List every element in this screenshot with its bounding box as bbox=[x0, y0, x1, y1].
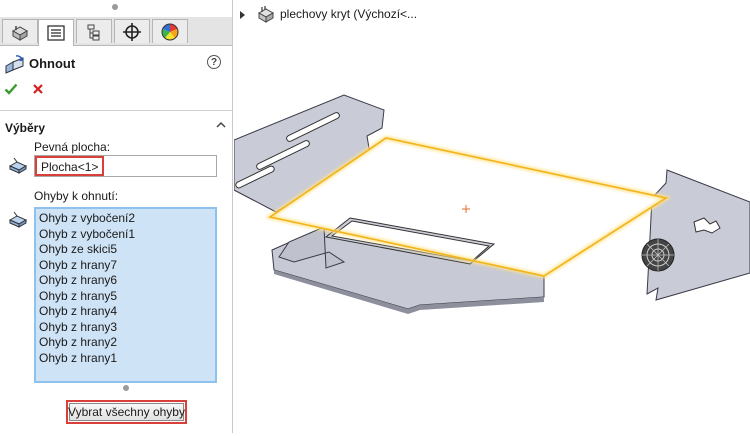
bends-list[interactable]: Ohyb z vybočení2 Ohyb z vybočení1 Ohyb ze … bbox=[34, 207, 217, 383]
list-resize-grip[interactable] bbox=[123, 385, 129, 391]
right-flange bbox=[646, 169, 750, 301]
color-wheel-icon bbox=[160, 22, 180, 42]
bend-list-item[interactable]: Ohyb z hrany6 bbox=[39, 273, 215, 289]
fold-feature-icon bbox=[4, 54, 26, 77]
part-icon bbox=[257, 5, 275, 26]
ok-button[interactable] bbox=[4, 82, 18, 99]
part-tree-label[interactable]: plechovy kryt (Výchozí<... bbox=[280, 7, 417, 21]
fixed-face-field[interactable]: Plocha<1> bbox=[34, 155, 217, 177]
face-selection-icon bbox=[8, 156, 28, 177]
tab-dimxpert-manager[interactable] bbox=[114, 19, 150, 43]
property-manager-icon bbox=[46, 24, 66, 42]
manager-tab-bar bbox=[0, 17, 232, 46]
feature-header: Ohnout ? bbox=[0, 52, 232, 76]
graphics-viewport[interactable] bbox=[233, 40, 750, 433]
fixed-face-label: Pevná plocha: bbox=[34, 140, 111, 154]
chevron-up-icon bbox=[215, 120, 227, 134]
bend-list-item[interactable]: Ohyb z hrany4 bbox=[39, 304, 215, 320]
collapse-section-button[interactable] bbox=[215, 119, 227, 134]
select-all-bends-button[interactable]: Vybrat všechny ohyby bbox=[68, 403, 185, 421]
bends-to-fold-label: Ohyby k ohnutí: bbox=[34, 189, 119, 203]
tab-display-manager[interactable] bbox=[152, 19, 188, 43]
cancel-button[interactable] bbox=[31, 82, 45, 99]
bend-list-item[interactable]: Ohyb z vybočení2 bbox=[39, 211, 215, 227]
tab-property-manager[interactable] bbox=[38, 19, 74, 46]
configuration-icon bbox=[84, 22, 104, 42]
select-all-bends-highlight: Vybrat všechny ohyby bbox=[66, 400, 187, 424]
tab-configuration-manager[interactable] bbox=[76, 19, 112, 43]
bend-list-item[interactable]: Ohyb z hrany2 bbox=[39, 335, 215, 351]
tab-feature-manager[interactable] bbox=[2, 19, 38, 43]
divider bbox=[0, 110, 232, 111]
sheet-metal-model[interactable] bbox=[233, 40, 750, 433]
section-title-selections: Výběry bbox=[5, 121, 46, 135]
fixed-face-value[interactable]: Plocha<1> bbox=[35, 156, 105, 176]
bend-list-item[interactable]: Ohyb z hrany7 bbox=[39, 258, 215, 274]
help-button[interactable]: ? bbox=[207, 55, 221, 69]
bend-list-item[interactable]: Ohyb z hrany5 bbox=[39, 289, 215, 305]
close-icon bbox=[31, 84, 45, 99]
bend-list-item[interactable]: Ohyb z vybočení1 bbox=[39, 227, 215, 243]
feature-tree-icon bbox=[10, 22, 30, 42]
bends-selection-icon bbox=[8, 210, 28, 231]
crosshair-icon bbox=[122, 22, 142, 42]
fan-grille bbox=[641, 238, 675, 272]
panel-resize-grip[interactable] bbox=[112, 4, 118, 10]
bend-list-item[interactable]: Ohyb ze skici5 bbox=[39, 242, 215, 258]
checkmark-icon bbox=[4, 83, 18, 99]
bend-list-item[interactable]: Ohyb z hrany3 bbox=[39, 320, 215, 336]
expand-tree-button[interactable] bbox=[239, 9, 247, 23]
bend-list-item[interactable]: Ohyb z hrany1 bbox=[39, 351, 215, 367]
feature-title: Ohnout bbox=[29, 56, 76, 71]
property-manager-panel: Ohnout ? Výběry Pevná plocha: Plocha<1> … bbox=[0, 0, 233, 433]
